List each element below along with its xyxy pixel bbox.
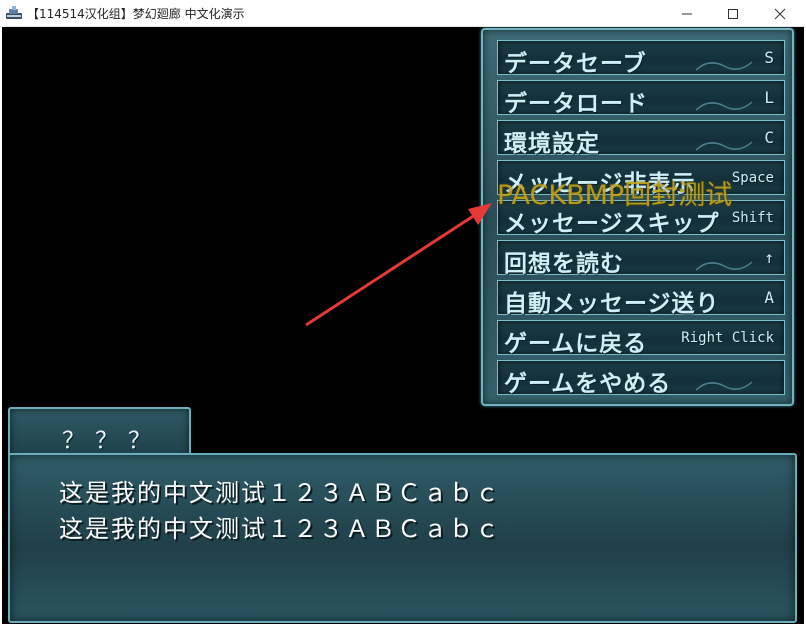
menu-item-shortcut: ↑ — [764, 248, 774, 267]
menu-item-shortcut: L — [764, 88, 774, 107]
minimize-icon — [682, 13, 692, 14]
flourish-icon — [695, 61, 753, 71]
maximize-button[interactable] — [710, 0, 756, 27]
flourish-icon — [695, 261, 753, 271]
flourish-icon — [695, 101, 753, 111]
title-bar: 【114514汉化组】梦幻廻廊 中文化演示 — [0, 0, 806, 27]
menu-item-shortcut: A — [764, 288, 774, 307]
menu-item-label: データセーブ — [504, 51, 647, 77]
menu-item-return-to-game[interactable]: ゲームに戻る Right Click — [497, 320, 785, 357]
menu-item-quit-game[interactable]: ゲームをやめる — [497, 360, 785, 397]
maximize-icon — [728, 8, 738, 19]
dialogue-line: 这是我的中文测试１２３ＡＢＣａｂｃ — [59, 515, 501, 543]
menu-item-label: ゲームに戻る — [504, 331, 648, 357]
menu-item-label: ゲームをやめる — [504, 371, 672, 397]
window-title: 【114514汉化组】梦幻廻廊 中文化演示 — [27, 7, 245, 21]
menu-item-label: 環境設定 — [504, 131, 600, 157]
annotation-arrow-icon — [305, 203, 492, 327]
menu-item-shortcut: Shift — [731, 210, 774, 226]
app-icon — [6, 6, 22, 19]
game-viewport[interactable]: データセーブ S データロード L 環境設定 C メッセージ非表示 Space … — [2, 27, 804, 624]
menu-item-shortcut: C — [764, 128, 774, 147]
flourish-icon — [695, 381, 753, 391]
message-window[interactable]: 这是我的中文测试１２３ＡＢＣａｂｃ 这是我的中文测试１２３ＡＢＣａｂｃ — [8, 453, 797, 623]
close-button[interactable] — [757, 0, 803, 27]
menu-item-settings[interactable]: 環境設定 C — [497, 120, 785, 157]
minimize-button[interactable] — [664, 0, 710, 27]
menu-item-label: 自動メッセージ送り — [504, 291, 720, 317]
menu-item-auto-message[interactable]: 自動メッセージ送り A — [497, 280, 785, 317]
flourish-icon — [695, 141, 753, 151]
menu-item-data-load[interactable]: データロード L — [497, 80, 785, 117]
dialogue-line: 这是我的中文测试１２３ＡＢＣａｂｃ — [59, 479, 501, 507]
system-menu-panel: データセーブ S データロード L 環境設定 C メッセージ非表示 Space … — [481, 28, 794, 406]
menu-item-label: データロード — [504, 91, 648, 117]
menu-item-shortcut: S — [764, 48, 774, 67]
menu-item-backlog[interactable]: 回想を読む ↑ — [497, 240, 785, 277]
menu-item-shortcut: Right Click — [681, 330, 774, 346]
menu-item-shortcut: Space — [731, 170, 774, 186]
speaker-name: ？？？ — [62, 428, 161, 454]
menu-item-label: 回想を読む — [504, 251, 624, 277]
packbmp-test-watermark: PACKBMP回封测试 — [497, 180, 733, 211]
close-icon — [774, 8, 786, 19]
menu-item-data-save[interactable]: データセーブ S — [497, 40, 785, 77]
